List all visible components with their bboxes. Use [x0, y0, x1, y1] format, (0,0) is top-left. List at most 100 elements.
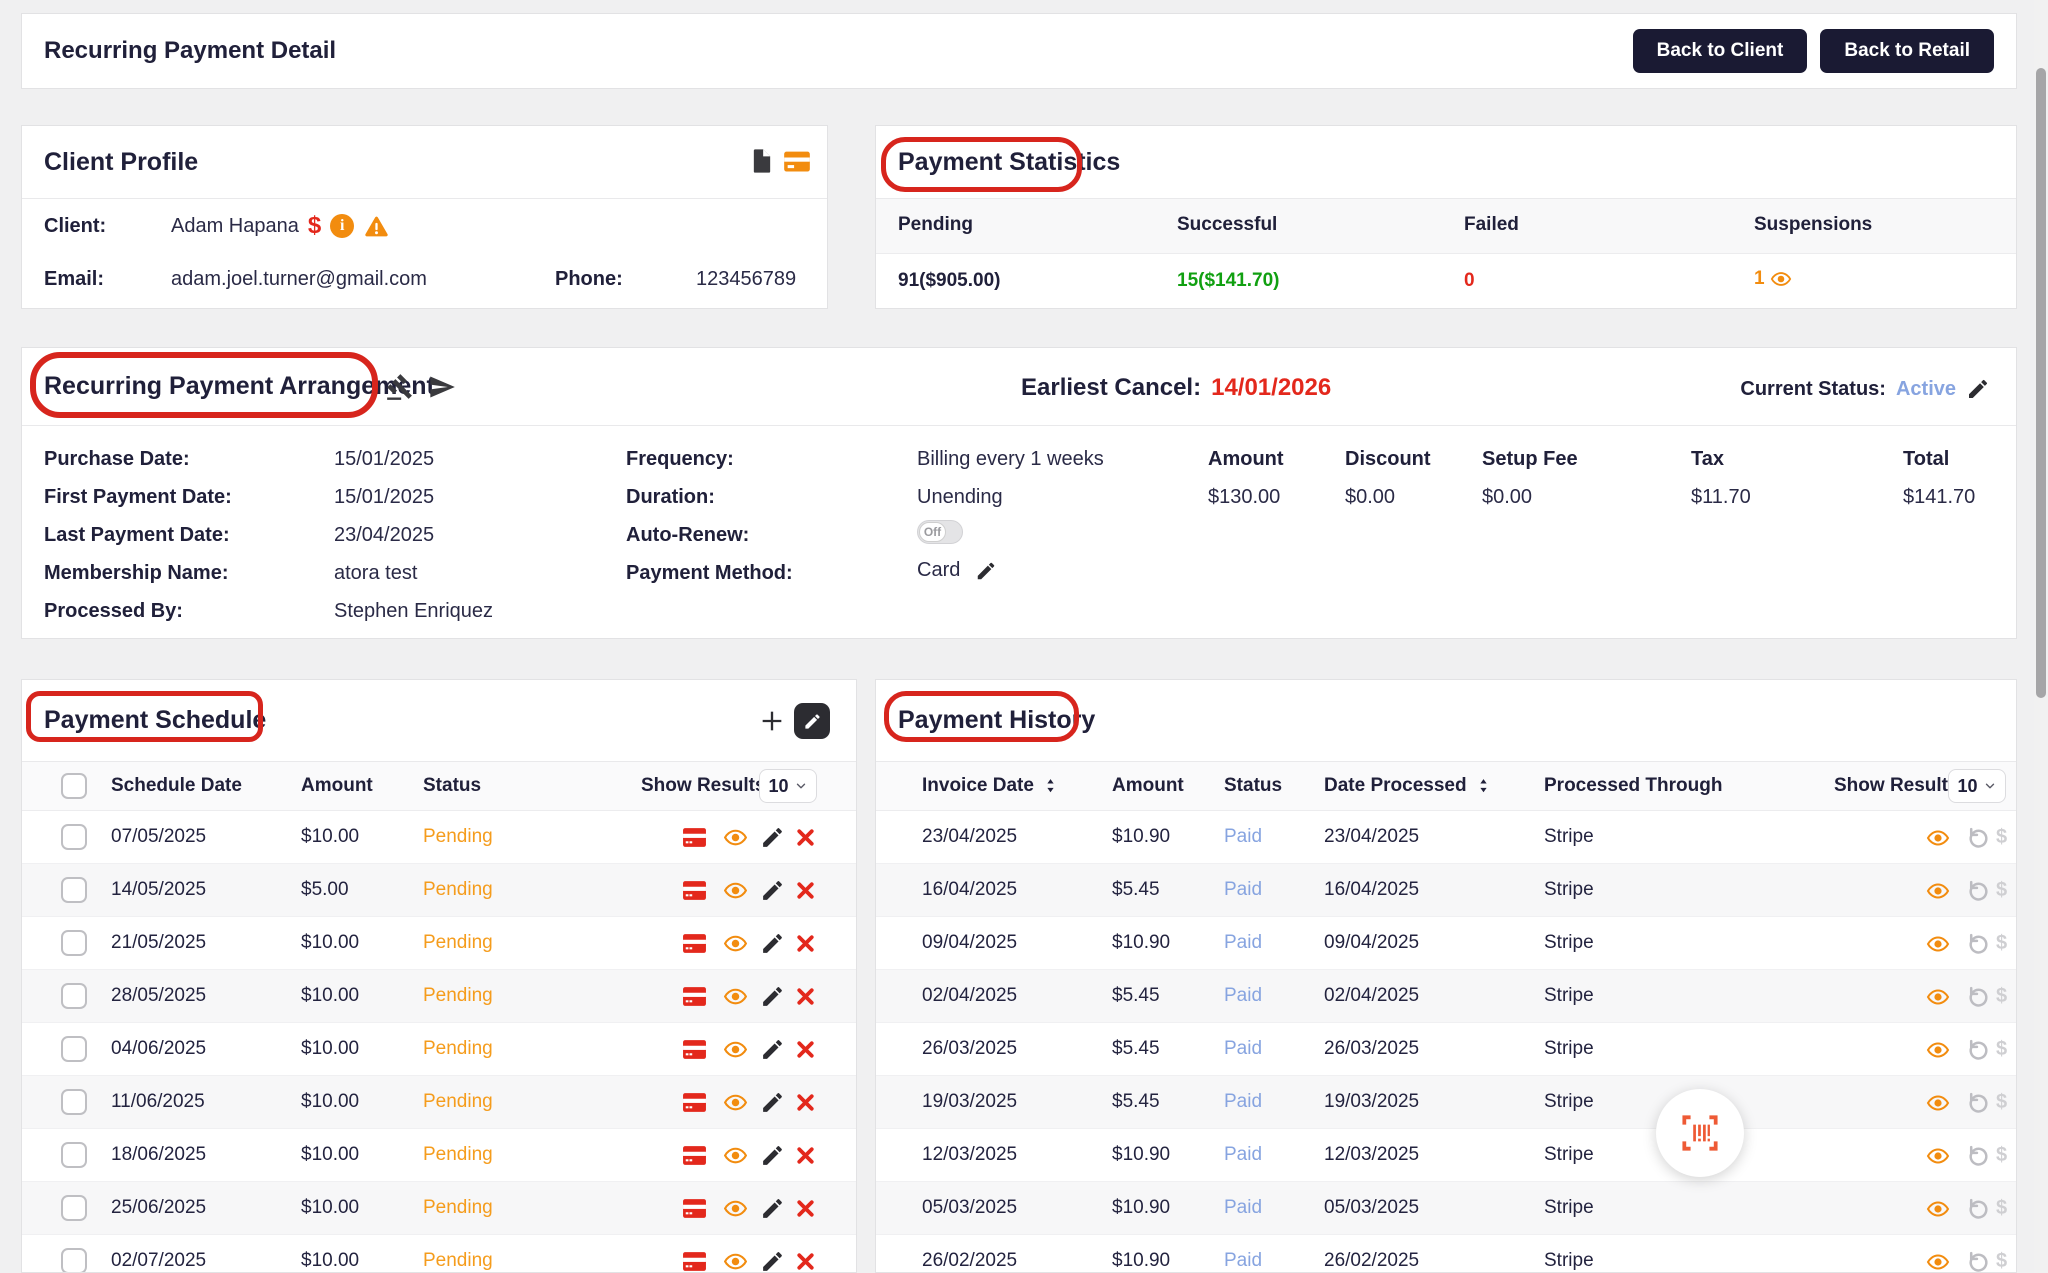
row-checkbox[interactable]	[61, 930, 87, 956]
eye-icon[interactable]	[722, 1090, 749, 1115]
send-icon[interactable]	[428, 373, 456, 401]
row-checkbox[interactable]	[61, 877, 87, 903]
show-results-select[interactable]: 10	[759, 769, 817, 803]
auto-renew-toggle[interactable]: Off	[917, 520, 963, 544]
history-col-invoice-date[interactable]: Invoice Date	[922, 775, 1058, 797]
history-col-date-processed[interactable]: Date Processed	[1324, 775, 1491, 797]
eye-icon[interactable]	[1925, 1144, 1951, 1168]
show-results-select[interactable]: 10	[1948, 769, 2006, 803]
eye-icon[interactable]	[1925, 985, 1951, 1009]
scrollbar-thumb[interactable]	[2036, 68, 2046, 698]
row-checkbox[interactable]	[61, 1036, 87, 1062]
credit-card-icon[interactable]	[681, 1196, 708, 1221]
row-checkbox[interactable]	[61, 1248, 87, 1273]
back-to-client-button[interactable]: Back to Client	[1633, 29, 1808, 73]
dollar-icon[interactable]: $	[1996, 1197, 2007, 1220]
row-checkbox[interactable]	[61, 1142, 87, 1168]
delete-x-icon[interactable]	[793, 931, 818, 956]
eye-icon[interactable]	[722, 1037, 749, 1062]
delete-x-icon[interactable]	[793, 1037, 818, 1062]
dollar-icon[interactable]: $	[1996, 1038, 2007, 1061]
dollar-icon[interactable]: $	[1996, 1250, 2007, 1273]
dollar-icon[interactable]: $	[1996, 879, 2007, 902]
dollar-icon[interactable]: $	[1996, 932, 2007, 955]
pencil-icon[interactable]	[760, 984, 785, 1009]
pencil-icon[interactable]	[760, 1090, 785, 1115]
pencil-icon[interactable]	[760, 1196, 785, 1221]
edit-square-icon[interactable]	[794, 703, 830, 739]
refund-icon[interactable]	[1966, 879, 1991, 904]
credit-card-icon[interactable]	[782, 147, 812, 175]
credit-card-icon[interactable]	[681, 1249, 708, 1273]
eye-icon[interactable]	[1769, 268, 1793, 290]
history-amount-cell: $10.90	[1112, 1197, 1170, 1219]
row-checkbox[interactable]	[61, 1195, 87, 1221]
delete-x-icon[interactable]	[793, 878, 818, 903]
sort-icon[interactable]	[1043, 776, 1058, 796]
credit-card-icon[interactable]	[681, 1037, 708, 1062]
dollar-icon[interactable]: $	[1996, 1091, 2007, 1114]
info-icon[interactable]: i	[330, 214, 354, 238]
refund-icon[interactable]	[1966, 826, 1991, 851]
back-to-retail-button[interactable]: Back to Retail	[1820, 29, 1994, 73]
client-name[interactable]: Adam Hapana	[171, 215, 299, 238]
eye-icon[interactable]	[1925, 879, 1951, 903]
pencil-icon[interactable]	[760, 1249, 785, 1273]
select-all-checkbox[interactable]	[61, 773, 87, 799]
eye-icon[interactable]	[722, 878, 749, 903]
credit-card-icon[interactable]	[681, 1143, 708, 1168]
history-processed-through-cell: Stripe	[1544, 1144, 1594, 1166]
eye-icon[interactable]	[722, 1143, 749, 1168]
eye-icon[interactable]	[1925, 1091, 1951, 1115]
row-checkbox[interactable]	[61, 983, 87, 1009]
eye-icon[interactable]	[1925, 1038, 1951, 1062]
eye-icon[interactable]	[722, 825, 749, 850]
document-icon[interactable]	[748, 147, 776, 175]
edit-pencil-icon[interactable]	[975, 560, 997, 582]
delete-x-icon[interactable]	[793, 825, 818, 850]
plus-icon[interactable]	[758, 707, 786, 735]
dollar-icon[interactable]: $	[1996, 985, 2007, 1008]
pencil-icon[interactable]	[760, 825, 785, 850]
sort-icon[interactable]	[1476, 776, 1491, 796]
dollar-icon[interactable]: $	[1996, 826, 2007, 849]
refund-icon[interactable]	[1966, 932, 1991, 957]
eye-icon[interactable]	[722, 931, 749, 956]
refund-icon[interactable]	[1966, 1197, 1991, 1222]
refund-icon[interactable]	[1966, 985, 1991, 1010]
pencil-icon[interactable]	[760, 1143, 785, 1168]
eye-icon[interactable]	[1925, 1197, 1951, 1221]
row-checkbox[interactable]	[61, 1089, 87, 1115]
credit-card-icon[interactable]	[681, 984, 708, 1009]
refund-icon[interactable]	[1966, 1144, 1991, 1169]
pencil-icon[interactable]	[760, 878, 785, 903]
edit-pencil-icon[interactable]	[1966, 377, 1990, 401]
delete-x-icon[interactable]	[793, 1196, 818, 1221]
delete-x-icon[interactable]	[793, 1143, 818, 1168]
vertical-scrollbar[interactable]	[2034, 0, 2048, 1273]
delete-x-icon[interactable]	[793, 984, 818, 1009]
refund-icon[interactable]	[1966, 1038, 1991, 1063]
credit-card-icon[interactable]	[681, 878, 708, 903]
eye-icon[interactable]	[722, 1249, 749, 1273]
dollar-icon[interactable]: $	[308, 212, 321, 240]
dollar-icon[interactable]: $	[1996, 1144, 2007, 1167]
pencil-icon[interactable]	[760, 931, 785, 956]
credit-card-icon[interactable]	[681, 931, 708, 956]
refund-icon[interactable]	[1966, 1091, 1991, 1116]
refund-icon[interactable]	[1966, 1250, 1991, 1273]
eye-icon[interactable]	[1925, 1250, 1951, 1273]
delete-x-icon[interactable]	[793, 1090, 818, 1115]
credit-card-icon[interactable]	[681, 1090, 708, 1115]
eye-icon[interactable]	[1925, 826, 1951, 850]
gavel-icon[interactable]	[386, 373, 414, 401]
row-checkbox[interactable]	[61, 824, 87, 850]
warning-icon[interactable]	[363, 214, 390, 239]
eye-icon[interactable]	[722, 984, 749, 1009]
eye-icon[interactable]	[722, 1196, 749, 1221]
pencil-icon[interactable]	[760, 1037, 785, 1062]
barcode-scanner-button[interactable]	[1656, 1089, 1744, 1177]
credit-card-icon[interactable]	[681, 825, 708, 850]
delete-x-icon[interactable]	[793, 1249, 818, 1273]
eye-icon[interactable]	[1925, 932, 1951, 956]
